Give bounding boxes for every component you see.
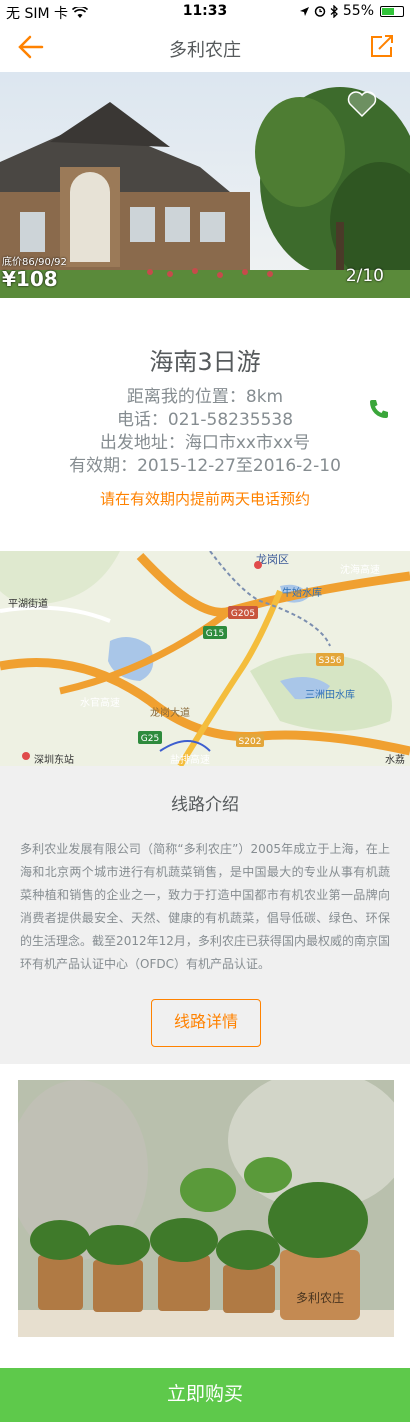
pot-label: 多利农庄: [296, 1290, 344, 1305]
trip-phone[interactable]: 电话：021-58235538: [0, 405, 410, 430]
station-marker-icon: [22, 752, 30, 760]
map-label-s356: S356: [319, 656, 342, 666]
route-intro: 线路介绍 多利农业发展有限公司（简称“多利农庄”）2005年成立于上海，在上海和…: [0, 766, 410, 1064]
map-label-station: 深圳东站: [34, 753, 74, 766]
map-label-road2: 龙岗大道: [150, 706, 190, 719]
location-icon: [299, 6, 309, 16]
route-title: 线路介绍: [171, 795, 239, 815]
heart-icon[interactable]: [346, 90, 378, 118]
page-title: 多利农庄: [169, 40, 241, 61]
phone-icon[interactable]: [368, 398, 390, 420]
route-description: 多利农业发展有限公司（简称“多利农庄”）2005年成立于上海，在上海和北京两个城…: [20, 842, 390, 971]
trip-validity: 有效期：2015-12-27至2016-2-10: [69, 456, 341, 476]
map-illustration: G205 G15 G25 S202 S356 龙岗区 牛始水库 三洲田水库 平湖…: [0, 551, 410, 766]
status-icons: 55%: [299, 3, 404, 19]
battery-percent: 55%: [342, 3, 374, 19]
trip-address: 出发地址：海口市xx市xx号: [99, 433, 311, 453]
plants-image[interactable]: 多利农庄: [18, 1080, 394, 1337]
trip-distance: 距离我的位置：8km: [126, 387, 284, 407]
plants-illustration: 多利农庄: [18, 1080, 394, 1337]
bluetooth-icon: [330, 4, 338, 18]
map-label-s202: S202: [239, 737, 262, 747]
alarm-icon: [314, 6, 326, 17]
map-label-g15: G15: [206, 629, 224, 639]
map-marker-icon: [254, 561, 262, 569]
buy-now-button[interactable]: 立即购买: [0, 1368, 410, 1422]
hero-current-price: ¥108: [2, 267, 58, 291]
map-label-road3: 盐排高速: [170, 753, 210, 766]
share-icon[interactable]: [368, 32, 396, 60]
map-label-reservoir2: 三洲田水库: [305, 688, 355, 701]
location-map[interactable]: G205 G15 G25 S202 S356 龙岗区 牛始水库 三洲田水库 平湖…: [0, 551, 410, 766]
hero-price: 底价86/90/92 ¥108: [2, 253, 67, 290]
map-label-road4: 沈海高速: [340, 563, 380, 576]
route-detail-button[interactable]: 线路详情: [151, 999, 261, 1047]
map-label-street: 平湖街道: [8, 597, 48, 610]
hero-image[interactable]: 底价86/90/92 ¥108 2/10: [0, 72, 410, 298]
trip-title: 海南3日游: [149, 348, 261, 376]
hero-old-price: 底价86/90/92: [2, 257, 67, 268]
battery-icon: [380, 5, 404, 17]
map-label-road5: 水荔: [385, 753, 405, 766]
map-label-g205: G205: [231, 609, 255, 619]
booking-note: 请在有效期内提前两天电话预约: [99, 490, 310, 508]
map-label-g25: G25: [141, 734, 159, 744]
nav-bar: 多利农庄: [0, 22, 410, 72]
status-bar: 无 SIM 卡 11:33 55%: [0, 0, 410, 22]
map-label-road1: 水官高速: [80, 696, 120, 709]
hero-image-counter: 2/10: [345, 266, 384, 286]
map-label-reservoir1: 牛始水库: [282, 586, 322, 599]
trip-info: 海南3日游 距离我的位置：8km 电话：021-58235538 出发地址：海口…: [0, 298, 410, 534]
battery-fill: [382, 7, 395, 15]
